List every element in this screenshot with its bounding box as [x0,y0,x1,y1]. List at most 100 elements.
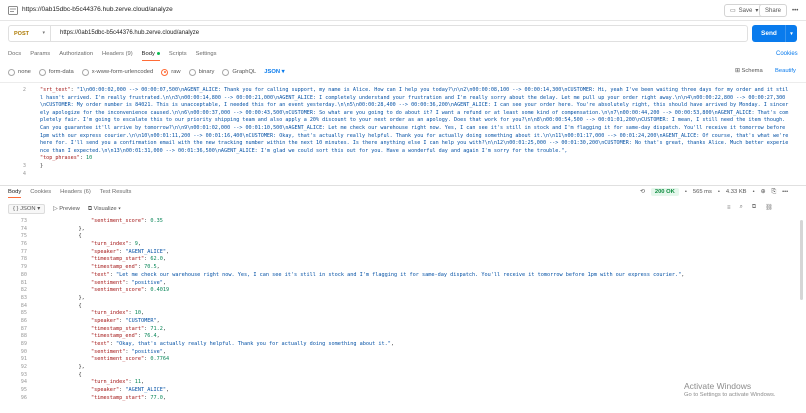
tab-settings[interactable]: Settings [196,51,217,61]
url-input[interactable]: https://0ab15dbc-b5c44376.hub.zerve.clou… [60,30,660,36]
watermark-title: Activate Windows [684,381,752,391]
line-number: 77 [20,248,27,255]
copy-icon[interactable]: ⧉ [752,204,756,211]
save-label: Save [738,7,753,14]
response-size[interactable]: 4.33 KB [726,189,747,195]
line-number: 95 [20,387,27,394]
code-line: }, [41,225,85,232]
windows-activation-watermark: Activate Windows Go to Settings to activ… [684,381,776,398]
visualize-label: Visualize [93,205,117,212]
json-close-brace: } [40,162,44,169]
cookies-link[interactable]: Cookies [776,51,798,57]
watermark-subtitle: Go to Settings to activate Windows. [684,392,776,398]
modified-dot-icon [156,51,160,55]
radio-graphql[interactable]: GraphQL [222,68,257,76]
request-body-editor[interactable]: 2 3 4 "srt_text": "1\n00:00:02,000 --> 0… [0,82,806,179]
code-line: { [41,233,82,240]
code-line: "speaker": "CUSTOMER", [90,317,160,324]
more-icon: ••• [792,7,799,14]
status-badge[interactable]: 200 OK [650,188,679,196]
more-options-button[interactable]: ••• [787,4,804,17]
chevron-down-icon: ▾ [42,30,45,36]
radio-form-data[interactable]: form-data [38,68,74,76]
line-number: 88 [20,333,27,340]
preview-button[interactable]: ▷ Preview [53,206,80,212]
line-number: 84 [20,302,27,309]
chevron-down-icon[interactable]: ▾ [785,25,797,42]
tab-authorization[interactable]: Authorization [59,51,93,61]
tab-response-headers[interactable]: Headers (6) [60,189,91,198]
body-format-select[interactable]: JSON ▾ [264,69,284,75]
title-bar: https://0ab15dbc-b5c44376.hub.zerve.clou… [0,0,806,21]
response-tabs: Body Cookies Headers (6) Test Results [8,189,131,198]
tab-params[interactable]: Params [30,51,50,61]
code-line: "timestamp_start": 71.2, [90,325,166,332]
response-actions: ≡ ⌕ ⧉ ⛓ [727,204,773,211]
tab-body[interactable]: Body [141,51,161,61]
line-number: 90 [20,348,27,355]
response-code: "sentiment_score": 0.35 }, { "turn_index… [41,218,684,403]
tab-response-body[interactable]: Body [8,189,22,198]
globe-icon[interactable]: ⊕ [761,189,766,195]
line-number: 89 [20,341,27,347]
method-select[interactable]: POST ▾ [9,26,51,41]
line-number: 83 [20,294,27,301]
radio-raw[interactable]: raw [161,68,181,76]
filter-icon[interactable]: ≡ [727,205,731,211]
code-line: "sentiment_score": 0.7764 [90,356,170,363]
request-title[interactable]: https://0ab15dbc-b5c44376.hub.zerve.clou… [22,6,173,13]
code-line: }, [41,294,85,301]
json-number-value: 10 [86,155,93,162]
history-icon[interactable]: ⟲ [640,189,645,195]
radio-circle-icon [161,68,169,76]
tab-headers[interactable]: Headers (9) [102,51,133,61]
schema-button[interactable]: ⊞ Schema [735,68,763,74]
share-button[interactable]: Share [759,4,788,17]
link-icon[interactable]: ⛓ [765,204,773,211]
line-number: 80 [20,271,27,278]
line-number: 75 [20,233,27,240]
line-number: 94 [20,379,27,386]
code-line: "timestamp_start": 77.0, [90,394,166,401]
line-number: 81 [20,279,27,286]
search-icon[interactable]: ⌕ [740,204,743,211]
tab-scripts[interactable]: Scripts [169,51,187,61]
line-number: 85 [20,310,27,317]
line-number: 73 [20,218,27,224]
request-tabs: Docs Params Authorization Headers (9) Bo… [8,50,217,62]
line-number: 96 [20,394,27,401]
send-button[interactable]: Send ▾ [752,25,797,42]
radio-urlencoded[interactable]: x-www-form-urlencoded [81,68,153,76]
code-line: "turn_index": 10, [90,310,145,317]
line-number: 92 [20,364,27,371]
response-format-select[interactable]: { } JSON ▾ [8,204,46,214]
response-meta: ⟲ 200 OK • 565 ms • 4.33 KB • ⊕ ⎘ ••• [640,188,788,196]
tab-response-cookies[interactable]: Cookies [30,189,51,198]
tab-docs[interactable]: Docs [8,51,21,61]
json-string-value: "1\n00:00:02,000 --> 00:00:07,500\nAGENT… [40,87,792,154]
line-number: 93 [20,371,27,378]
scrollbar[interactable] [800,220,803,300]
visualize-button[interactable]: ⧉ Visualize ▾ [88,206,121,213]
more-icon[interactable]: ••• [782,189,788,195]
code-line: { [41,371,82,378]
radio-none[interactable]: none [8,68,31,76]
save-response-icon[interactable]: ⎘ [771,189,776,196]
code-line: "text": "Okay, that's actually really he… [90,341,394,347]
http-request-icon [8,6,18,15]
line-number: 76 [20,241,27,248]
beautify-button[interactable]: Beautify [775,68,796,74]
code-line: { [41,302,82,309]
code-line: "sentiment": "positive", [90,279,166,286]
chevron-down-icon: ▾ [755,8,759,14]
response-time[interactable]: 565 ms [693,189,712,195]
radio-circle-icon [81,68,89,76]
radio-binary[interactable]: binary [188,68,215,76]
chevron-down-icon: ▾ [281,69,285,75]
radio-label: none [18,69,31,75]
separator: • [684,189,687,195]
radio-circle-icon [38,68,46,76]
radio-label: binary [198,69,215,75]
radio-label: GraphQL [232,69,257,75]
tab-test-results[interactable]: Test Results [100,189,132,198]
